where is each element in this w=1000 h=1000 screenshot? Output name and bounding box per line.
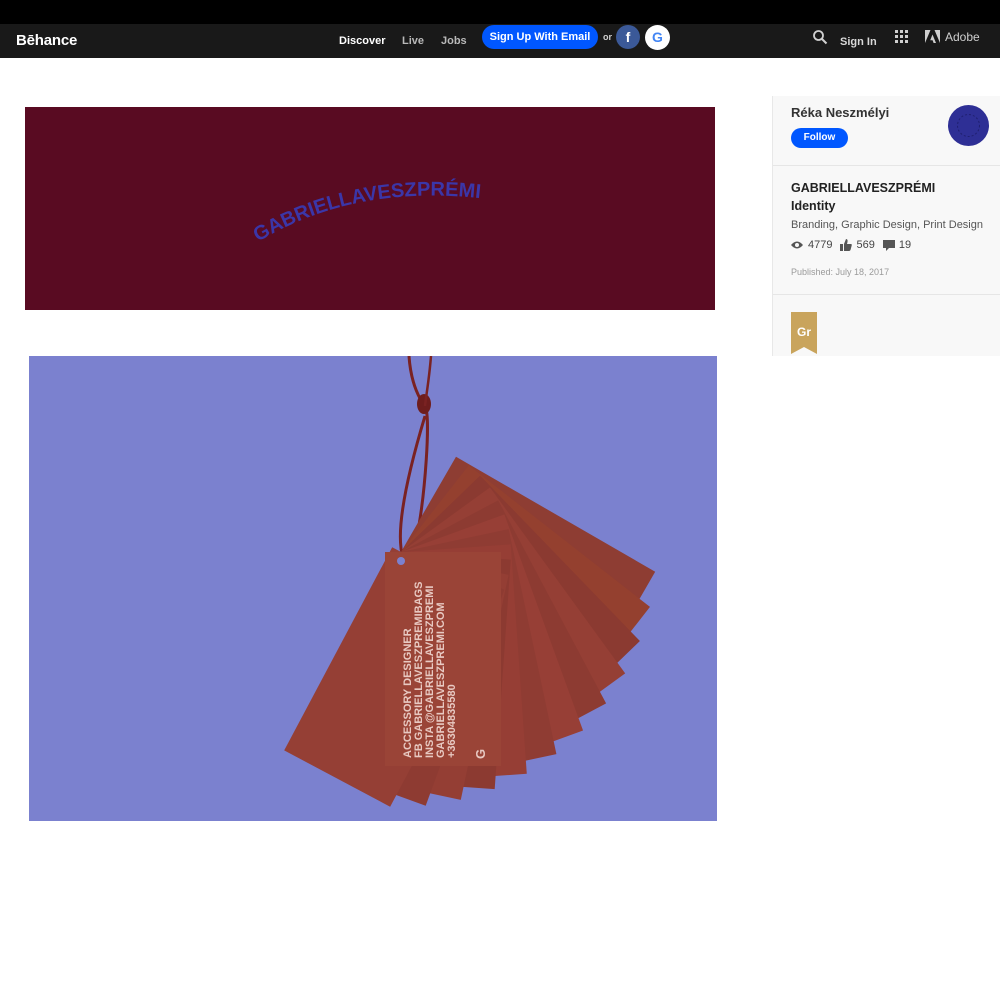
- nav-discover[interactable]: Discover: [339, 29, 385, 53]
- project-banner-image: GABRIELLAVESZPRÉMI: [25, 107, 715, 310]
- adobe-label[interactable]: Adobe: [945, 30, 980, 44]
- nav-live[interactable]: Live: [402, 29, 424, 53]
- sidebar-divider: [773, 165, 1000, 166]
- owner-name[interactable]: Réka Neszmélyi: [791, 104, 889, 122]
- top-navigation-bar: Bēhance Discover Live Jobs Sign Up With …: [0, 24, 1000, 58]
- comments-count: 19: [898, 239, 912, 252]
- project-stats: 4779 569 19: [790, 237, 919, 253]
- thumbs-up-icon: [840, 239, 853, 252]
- views-count: 4779: [808, 239, 833, 252]
- adobe-icon[interactable]: [925, 30, 940, 43]
- tag-line-5: +36304835580: [446, 684, 458, 758]
- banner-wordmark: GABRIELLAVESZPRÉMI: [250, 178, 483, 246]
- owner-avatar[interactable]: [948, 105, 989, 146]
- sidebar-divider: [773, 294, 1000, 295]
- gallery-badge-icon[interactable]: Gr: [791, 312, 817, 354]
- badge-text: Gr: [796, 325, 811, 339]
- follow-button[interactable]: Follow: [791, 128, 848, 148]
- comment-icon: [882, 239, 895, 251]
- google-icon[interactable]: G: [645, 25, 670, 50]
- apps-grid-icon[interactable]: [895, 30, 908, 43]
- appreciations-count: 569: [856, 239, 875, 252]
- project-info-sidebar: Réka Neszmélyi Follow GABRIELLAVESZPRÉMI…: [772, 96, 1000, 356]
- browser-top-strip: [0, 0, 1000, 24]
- project-subtitle: Identity: [791, 199, 836, 213]
- eye-icon: [791, 241, 803, 249]
- search-icon[interactable]: [812, 29, 828, 45]
- or-separator: or: [603, 32, 612, 42]
- published-date: Published: July 18, 2017: [791, 267, 890, 277]
- behance-logo[interactable]: Bēhance: [16, 29, 77, 53]
- google-glyph: G: [652, 29, 663, 45]
- sign-up-email-button[interactable]: Sign Up With Email: [482, 25, 598, 49]
- creative-fields[interactable]: Branding, Graphic Design, Print Design: [791, 218, 983, 233]
- sign-in-link[interactable]: Sign In: [840, 30, 877, 54]
- facebook-icon[interactable]: f: [616, 25, 640, 49]
- nav-jobs[interactable]: Jobs: [441, 29, 467, 53]
- tag-monogram: G: [473, 749, 488, 759]
- project-title: GABRIELLAVESZPRÉMI: [791, 181, 936, 195]
- banner-wordmark-path: GABRIELLAVESZPRÉMI: [250, 178, 483, 246]
- project-photo-hang-tags: ACCESSORY DESIGNER FB GABRIELLAVESZPREMI…: [29, 356, 717, 821]
